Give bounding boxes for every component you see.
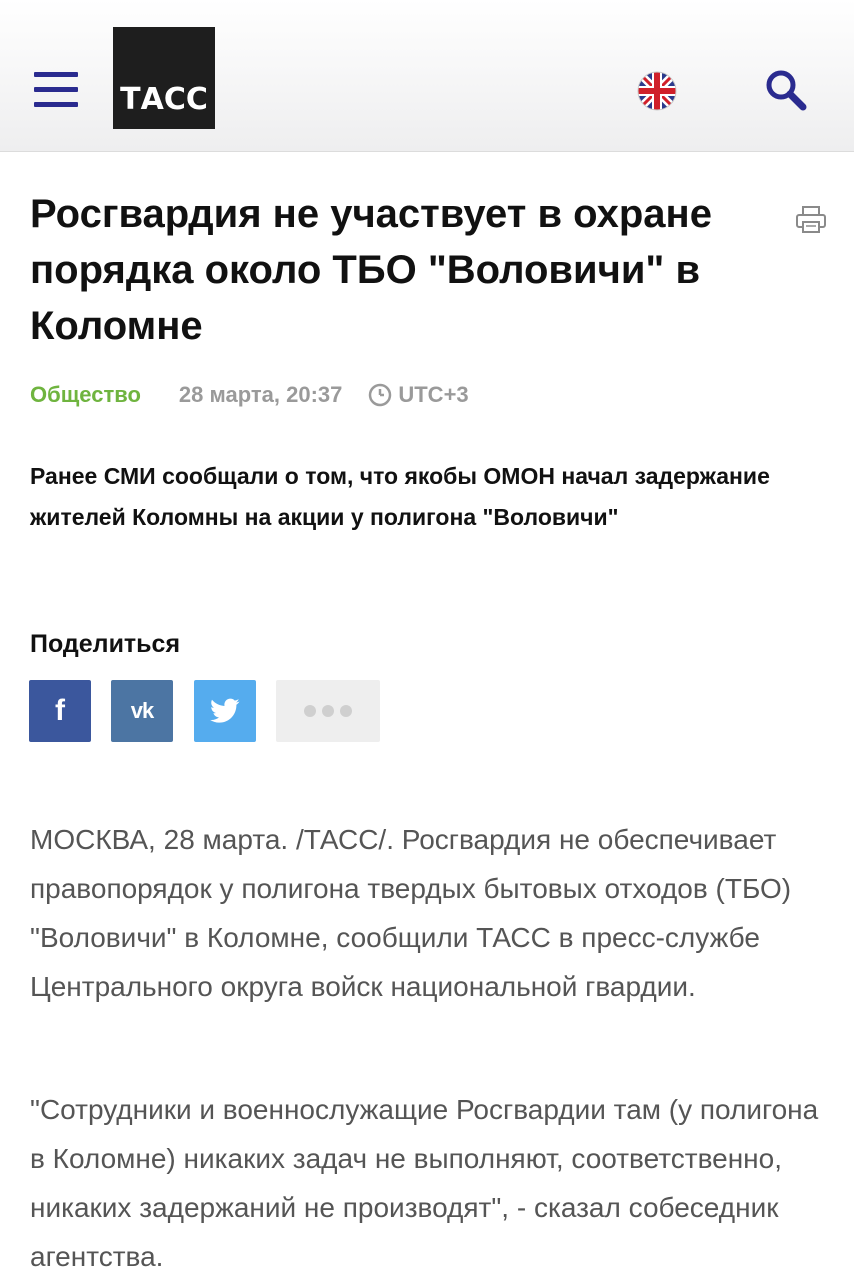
timezone-label: UTC+3 [398, 382, 469, 407]
more-share-button[interactable] [276, 680, 380, 742]
search-icon[interactable] [764, 68, 808, 112]
category-link[interactable]: Общество [30, 382, 141, 408]
vk-icon: vk [130, 698, 155, 723]
clock-icon [368, 383, 392, 407]
facebook-icon: f [55, 694, 65, 727]
hamburger-menu-icon[interactable] [34, 72, 78, 108]
vk-share-button[interactable]: vk [111, 680, 173, 742]
article-title: Росгвардия не участвует в охране порядка… [30, 192, 712, 348]
article-paragraph: "Сотрудники и военнослужащие Росгвардии … [30, 1094, 819, 1272]
twitter-bird-icon [210, 698, 240, 723]
article-meta: Общество 28 марта, 20:37 UTC+3 [30, 380, 469, 410]
tass-logo[interactable]: ТАСС [113, 27, 215, 129]
site-header: ТАСС [0, 0, 854, 152]
facebook-share-button[interactable]: f [29, 680, 91, 742]
more-dots-icon [304, 705, 352, 717]
share-label: Поделиться [30, 630, 181, 658]
logo-text: ТАСС [120, 82, 208, 117]
article-paragraph: МОСКВА, 28 марта. /ТАСС/. Росгвардия не … [30, 824, 792, 1002]
publish-date: 28 марта, 20:37 [178, 382, 343, 407]
article-lead: Ранее СМИ сообщали о том, что якобы ОМОН… [30, 463, 770, 530]
print-icon[interactable] [795, 205, 827, 235]
uk-flag-icon[interactable] [637, 71, 677, 111]
twitter-share-button[interactable] [194, 680, 256, 742]
